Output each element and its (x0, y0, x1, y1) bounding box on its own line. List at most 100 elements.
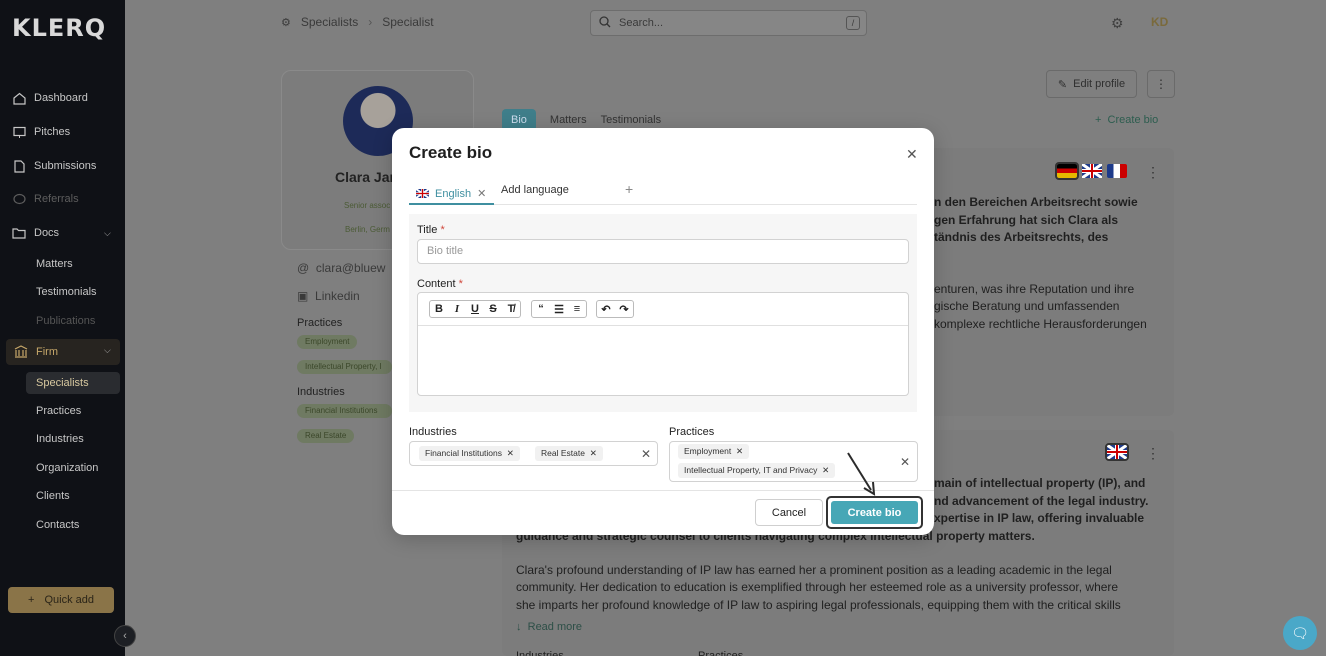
industries-select[interactable]: Financial Institutions ✕ Real Estate ✕ ✕ (409, 441, 658, 466)
collapse-sidebar-button[interactable]: ‹ (114, 625, 136, 647)
quick-add-button[interactable]: + Quick add (8, 587, 114, 613)
create-bio-link[interactable]: + Create bio (1095, 114, 1158, 126)
gear-icon[interactable]: ⚙ (1111, 15, 1124, 32)
clear-icon[interactable]: ✕ (641, 447, 651, 461)
sidebar-item-dashboard[interactable]: Dashboard (12, 87, 122, 109)
strikethrough-icon[interactable]: S (484, 301, 502, 317)
sidebar-item-contacts[interactable]: Contacts (36, 519, 79, 531)
shortcut-key: / (846, 16, 860, 30)
practices-label: Practices (669, 426, 715, 438)
sidebar-item-practices[interactable]: Practices (36, 405, 81, 417)
chevron-left-icon: ‹ (123, 630, 127, 642)
sidebar-item-industries[interactable]: Industries (36, 433, 84, 445)
sidebar-item-label: Pitches (34, 126, 71, 138)
sidebar-item-pitches[interactable]: Pitches (12, 121, 122, 143)
content-label: Content * (417, 278, 463, 290)
remove-tag-icon[interactable]: ✕ (822, 465, 829, 475)
sidebar: KLERQ Dashboard Pitches Submissions Refe… (0, 0, 125, 656)
profile-linkedin[interactable]: ▣ Linkedin (297, 289, 360, 303)
email-text: clara@bluew (315, 261, 386, 275)
cancel-button[interactable]: Cancel (755, 499, 823, 526)
required-marker: * (458, 278, 463, 290)
tab-testimonials[interactable]: Testimonials (601, 114, 662, 126)
kebab-icon[interactable]: ⋮ (1146, 445, 1160, 462)
user-avatar[interactable]: KD (1151, 15, 1168, 29)
bio-en-text: she imparts her profound knowledge of IP… (516, 598, 1121, 612)
flag-uk-icon[interactable] (1081, 162, 1103, 180)
practices-heading: Practices (297, 317, 343, 329)
sidebar-item-testimonials[interactable]: Testimonials (36, 286, 97, 298)
folder-icon (12, 226, 26, 240)
remove-icon[interactable]: ✕ (477, 187, 486, 200)
breadcrumb-separator: › (368, 15, 373, 29)
tab-matters[interactable]: Matters (550, 114, 587, 126)
remove-tag-icon[interactable]: ✕ (590, 448, 597, 458)
search-input[interactable]: Search... / (590, 10, 867, 36)
underline-icon[interactable]: U (466, 301, 484, 317)
block-group: “ ☰ ≡ (531, 300, 587, 318)
sidebar-item-publications[interactable]: Publications (36, 315, 95, 327)
industries-heading: Industries (297, 386, 345, 398)
sidebar-item-submissions[interactable]: Submissions (12, 155, 122, 177)
industry-tag: Real Estate ✕ (535, 446, 603, 461)
quote-icon[interactable]: “ (532, 301, 550, 317)
title-label: Title * (417, 224, 445, 236)
sidebar-item-referrals[interactable]: Referrals (12, 188, 122, 210)
numbered-list-icon[interactable]: ≡ (568, 301, 586, 317)
sidebar-item-matters[interactable]: Matters (36, 258, 73, 270)
bold-icon[interactable]: B (430, 301, 448, 317)
edit-icon: ✎ (1057, 78, 1068, 91)
breadcrumb-specialists[interactable]: Specialists (301, 15, 358, 29)
italic-icon[interactable]: I (448, 301, 466, 317)
close-icon[interactable]: ✕ (906, 146, 918, 163)
bio-de-text: komplexe rechtliche Herausforderungen (934, 317, 1147, 331)
tag-label: Real Estate (541, 448, 585, 458)
create-bio-link-label: Create bio (1107, 114, 1159, 126)
sidebar-item-label: Docs (34, 227, 60, 239)
remove-tag-icon[interactable]: ✕ (507, 448, 514, 458)
industry-chip: Real Estate (297, 429, 355, 443)
edit-profile-button[interactable]: ✎ Edit profile (1046, 70, 1137, 98)
profile-location: Berlin, Germ (345, 225, 390, 234)
more-options-button[interactable]: ⋮ (1147, 70, 1175, 98)
clear-icon[interactable]: ✕ (900, 455, 910, 469)
undo-icon[interactable]: ↶ (597, 301, 615, 317)
sidebar-item-docs[interactable]: Docs ⌵ (12, 222, 122, 244)
breadcrumb-icon: ⚙ (281, 16, 291, 29)
flag-fr-icon[interactable] (1107, 164, 1127, 178)
practice-chip: Intellectual Property, I (297, 360, 392, 374)
sidebar-item-clients[interactable]: Clients (36, 490, 70, 502)
plus-icon[interactable]: + (625, 181, 633, 197)
create-bio-highlight: Create bio (826, 496, 923, 529)
flag-uk-icon[interactable] (1105, 443, 1129, 461)
industry-tag: Financial Institutions ✕ (419, 446, 520, 461)
bio-en-text: nd advancement of the legal industry. (934, 494, 1149, 508)
bullet-list-icon[interactable]: ☰ (550, 301, 568, 317)
create-bio-button[interactable]: Create bio (831, 501, 918, 524)
bio-de-text: n den Bereichen Arbeitsrecht sowie (934, 195, 1138, 209)
kebab-icon[interactable]: ⋮ (1146, 164, 1160, 181)
read-more-link[interactable]: ↓ Read more (516, 621, 582, 633)
practice-tag: Employment ✕ (678, 444, 750, 459)
tab-english[interactable]: English ✕ (409, 184, 495, 205)
practice-chip: Employment (297, 335, 358, 349)
flag-de-icon[interactable] (1055, 162, 1079, 180)
practices-select[interactable]: Employment ✕ Intellectual Property, IT a… (669, 441, 918, 482)
profile-email[interactable]: @ clara@bluew (297, 261, 385, 275)
clear-format-icon[interactable]: T̸ (502, 301, 520, 317)
redo-icon[interactable]: ↷ (615, 301, 633, 317)
editor-toolbar: B I U S T̸ “ ☰ ≡ ↶ ↷ (418, 293, 908, 326)
building-icon (14, 345, 28, 361)
chat-launcher-button[interactable]: 🗨 (1283, 616, 1317, 650)
sidebar-item-organization[interactable]: Organization (36, 462, 98, 474)
bio-title-input[interactable]: Bio title (417, 239, 909, 264)
sidebar-item-label: Submissions (34, 160, 97, 172)
document-icon (12, 159, 26, 173)
sidebar-item-firm[interactable]: Firm ⌵ (6, 339, 120, 365)
sidebar-item-label: Referrals (34, 193, 79, 205)
sidebar-item-specialists[interactable]: Specialists (26, 372, 120, 394)
content-editor[interactable]: B I U S T̸ “ ☰ ≡ ↶ ↷ (417, 292, 909, 396)
bio-en-text: main of intellectual property (IP), and (934, 476, 1146, 490)
remove-tag-icon[interactable]: ✕ (736, 446, 743, 456)
tab-add-language[interactable]: Add language (501, 184, 569, 196)
